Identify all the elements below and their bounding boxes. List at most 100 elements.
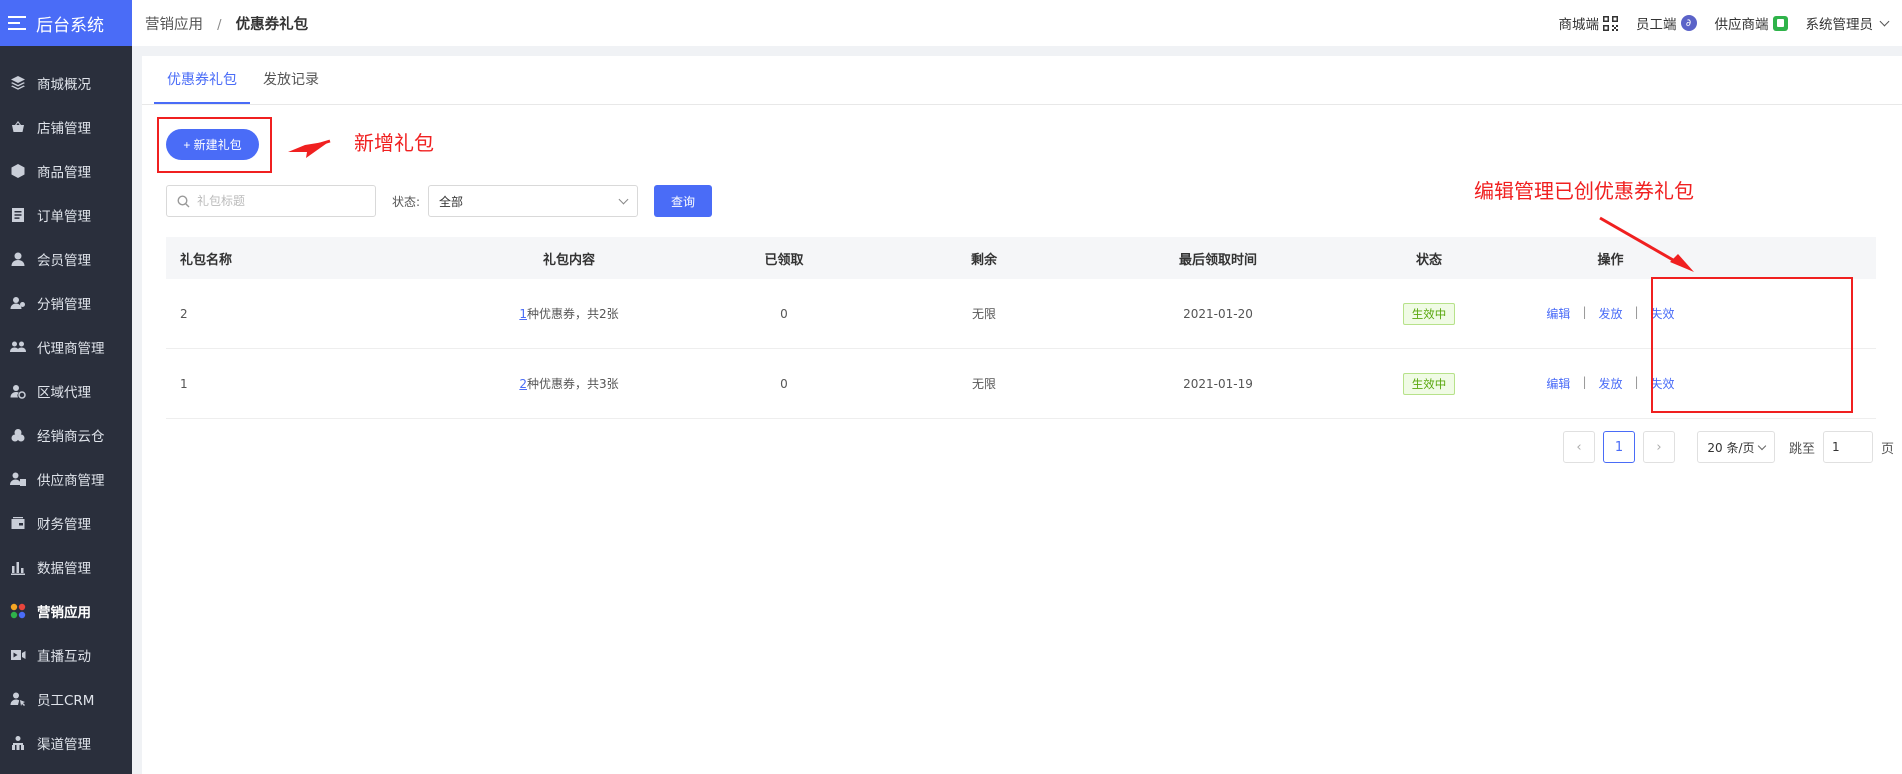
- cell-status: 生效中: [1352, 372, 1506, 395]
- sidebar-item-members[interactable]: 会员管理: [0, 237, 132, 281]
- sidebar-item-suppliers[interactable]: 供应商管理: [0, 457, 132, 501]
- query-button[interactable]: 查询: [654, 185, 713, 217]
- annotation-box-new-button: [157, 117, 272, 173]
- content-panel: 优惠券礼包 发放记录 + 新建礼包 状态: 全部 查询 礼包名称 礼包内容 已领…: [142, 56, 1902, 774]
- tab-issue-records[interactable]: 发放记录: [250, 56, 332, 104]
- sidebar-item-distribution[interactable]: 分销管理: [0, 281, 132, 325]
- issue-button[interactable]: 发放: [1598, 305, 1622, 322]
- issue-button[interactable]: 发放: [1598, 375, 1622, 392]
- coupon-count-link[interactable]: 1: [519, 307, 527, 321]
- header-right: 商城端 员工端 ∂ 供应商端 系统管理员: [1559, 0, 1890, 46]
- jump-page-input[interactable]: [1822, 431, 1873, 463]
- sidebar-item-overview[interactable]: 商城概况: [0, 61, 132, 105]
- search-input[interactable]: [197, 194, 367, 208]
- admin-menu[interactable]: 系统管理员: [1805, 13, 1890, 33]
- wallet-icon: [10, 515, 26, 531]
- sidebar-item-region-agent[interactable]: 区域代理: [0, 369, 132, 413]
- supplier-label: 供应商端: [1714, 17, 1769, 33]
- supplier-app-icon: [1772, 15, 1788, 31]
- pagination: ‹ 1 › 20 条/页 跳至 页: [1562, 431, 1894, 463]
- sidebar-item-label: 分销管理: [37, 297, 91, 313]
- distribution-icon: [10, 295, 26, 311]
- filter-bar: 状态: 全部 查询: [166, 185, 713, 217]
- annotation-box-actions: [1651, 277, 1853, 413]
- chevron-down-icon: [1879, 16, 1890, 26]
- content-text: 种优惠券，共2张: [527, 307, 619, 321]
- search-box[interactable]: [166, 185, 376, 217]
- sidebar-item-shop[interactable]: 店铺管理: [0, 105, 132, 149]
- admin-label: 系统管理员: [1805, 17, 1874, 33]
- edit-button[interactable]: 编辑: [1546, 305, 1570, 322]
- sidebar-item-label: 渠道管理: [37, 737, 91, 753]
- staff-icon: [10, 691, 26, 707]
- channel-icon: [10, 735, 26, 751]
- package-table: 礼包名称 礼包内容 已领取 剩余 最后领取时间 状态 操作 2 1种优惠券，共2…: [166, 237, 1876, 419]
- sidebar-item-marketing[interactable]: 营销应用: [0, 589, 132, 633]
- sidebar-item-label: 店铺管理: [37, 121, 91, 137]
- cube-icon: [10, 163, 26, 179]
- next-page-button[interactable]: ›: [1642, 431, 1675, 463]
- column-header-remaining: 剩余: [970, 252, 997, 268]
- status-badge: 生效中: [1402, 372, 1456, 395]
- supplier-link[interactable]: 供应商端: [1715, 13, 1788, 33]
- chevron-down-icon: [618, 194, 629, 204]
- table-header: 礼包名称 礼包内容 已领取 剩余 最后领取时间 状态 操作: [166, 237, 1876, 279]
- sidebar-item-label: 员工CRM: [37, 693, 95, 709]
- cell-last-time: 2021-01-19: [1183, 376, 1253, 391]
- page-size-select[interactable]: 20 条/页: [1696, 431, 1775, 463]
- column-header-last-time: 最后领取时间: [1178, 252, 1257, 268]
- table-row: 2 1种优惠券，共2张 0 无限 2021-01-20 生效中 编辑 | 发放 …: [166, 279, 1876, 349]
- prev-page-button[interactable]: ‹: [1562, 431, 1595, 463]
- sidebar-item-crm[interactable]: 员工CRM: [0, 677, 132, 721]
- column-header-content: 礼包内容: [542, 252, 595, 268]
- brand-header[interactable]: 后台系统: [0, 0, 132, 46]
- staff-link[interactable]: 员工端 ∂: [1636, 13, 1697, 33]
- agents-icon: [10, 339, 26, 355]
- breadcrumb-parent[interactable]: 营销应用: [145, 17, 203, 33]
- bar-chart-icon: [10, 559, 26, 575]
- page-size-value: 20 条/页: [1707, 440, 1755, 455]
- sidebar-item-label: 会员管理: [37, 253, 91, 269]
- sidebar-item-label: 营销应用: [37, 605, 91, 621]
- action-separator: |: [1634, 375, 1639, 389]
- annotation-text-edit-manage: 编辑管理已创优惠券礼包: [1474, 179, 1694, 203]
- warehouse-icon: [10, 427, 26, 443]
- sidebar-item-products[interactable]: 商品管理: [0, 149, 132, 193]
- chevron-down-icon: [1757, 441, 1766, 450]
- mall-link[interactable]: 商城端: [1559, 13, 1618, 33]
- sidebar-item-label: 代理商管理: [37, 341, 105, 357]
- layers-icon: [10, 75, 26, 91]
- cell-claimed: 0: [780, 306, 788, 321]
- sidebar-item-channels[interactable]: 渠道管理: [0, 721, 132, 765]
- sidebar-item-agents[interactable]: 代理商管理: [0, 325, 132, 369]
- hamburger-menu-icon[interactable]: [8, 16, 26, 30]
- coupon-count-link[interactable]: 2: [519, 377, 527, 391]
- sidebar-menu: 商城概况 店铺管理 商品管理 订单管理 会员管理 分销管理 代理商管理 区域代理…: [0, 46, 132, 765]
- sidebar-item-orders[interactable]: 订单管理: [0, 193, 132, 237]
- sidebar-item-finance[interactable]: 财务管理: [0, 501, 132, 545]
- cell-last-time: 2021-01-20: [1183, 306, 1253, 321]
- tab-coupon-package[interactable]: 优惠券礼包: [154, 56, 250, 104]
- cell-claimed: 0: [780, 376, 788, 391]
- content-text: 种优惠券，共3张: [527, 377, 619, 391]
- sidebar-item-dealer-warehouse[interactable]: 经销商云仓: [0, 413, 132, 457]
- breadcrumb-current: 优惠券礼包: [235, 16, 309, 33]
- column-header-claimed: 已领取: [764, 252, 804, 268]
- edit-button[interactable]: 编辑: [1546, 375, 1570, 392]
- supplier-icon: [10, 471, 26, 487]
- status-select[interactable]: 全部: [428, 185, 639, 217]
- sidebar-item-live[interactable]: 直播互动: [0, 633, 132, 677]
- apps-icon: [10, 603, 26, 619]
- cell-content: 2种优惠券，共3张: [454, 375, 684, 392]
- user-icon: [10, 251, 26, 267]
- shop-basket-icon: [10, 119, 26, 135]
- cell-content: 1种优惠券，共2张: [454, 305, 684, 322]
- region-user-icon: [10, 383, 26, 399]
- annotation-text-new-package: 新增礼包: [354, 131, 434, 155]
- page-number-button[interactable]: 1: [1602, 431, 1635, 463]
- cell-name: 2: [180, 306, 188, 321]
- video-camera-icon: [10, 647, 26, 663]
- sidebar-item-data[interactable]: 数据管理: [0, 545, 132, 589]
- sidebar: 后台系统 商城概况 店铺管理 商品管理 订单管理 会员管理 分销管理 代理商管理…: [0, 0, 132, 774]
- sidebar-item-label: 直播互动: [37, 649, 91, 665]
